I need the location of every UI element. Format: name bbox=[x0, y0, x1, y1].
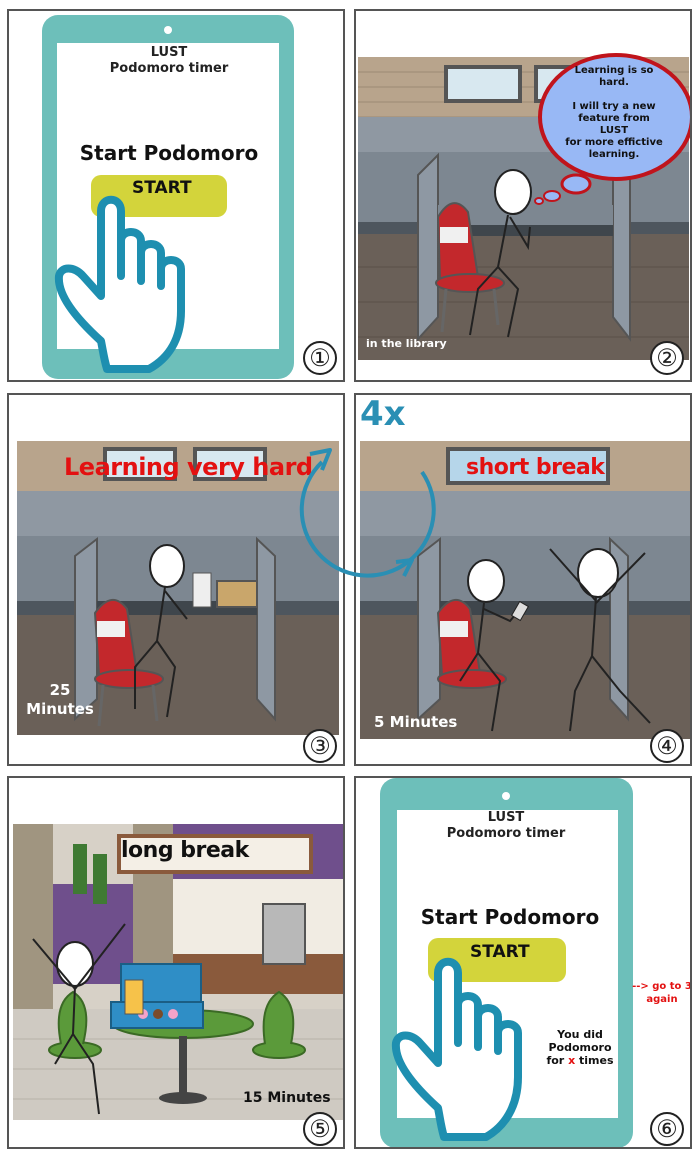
tablet-camera bbox=[502, 792, 510, 800]
panel-number: ⑥ bbox=[650, 1112, 684, 1146]
scene-caption: long break bbox=[121, 838, 249, 863]
panel-number: ① bbox=[303, 341, 337, 375]
duration-label: 15 Minutes bbox=[243, 1090, 331, 1106]
app-name: LUST bbox=[150, 45, 188, 60]
panel-number: ③ bbox=[303, 729, 337, 763]
panel-number: ④ bbox=[650, 729, 684, 763]
panel-number: ② bbox=[650, 341, 684, 375]
cycle-label: 4x bbox=[360, 394, 406, 434]
panel-number: ⑤ bbox=[303, 1112, 337, 1146]
goto-note: --> go to 3 again bbox=[632, 981, 692, 1005]
app-subtitle: Podomoro timer bbox=[109, 61, 229, 76]
duration-label: 25 Minutes bbox=[26, 681, 94, 718]
panel-2: Learning is so hard. I will try a new fe… bbox=[354, 9, 692, 382]
app-name: LUST bbox=[487, 810, 525, 825]
hand-pointer-icon bbox=[54, 195, 185, 373]
scene-caption: short break bbox=[466, 455, 605, 480]
panel-6: LUST Podomoro timer Start Podomoro START… bbox=[354, 776, 692, 1149]
hand-pointer-icon bbox=[391, 957, 522, 1141]
tablet-camera bbox=[164, 26, 172, 34]
thought-text: Learning is so hard. I will try a new fe… bbox=[565, 65, 663, 160]
result-text: You did Podomoro for x times bbox=[546, 1028, 614, 1067]
location-caption: in the library bbox=[366, 337, 447, 350]
panel-1: LUST Podomoro timer Start Podomoro START… bbox=[7, 9, 345, 382]
start-heading: Start Podomoro bbox=[420, 905, 600, 929]
panel-5: long break 15 Minutes ⑤ bbox=[7, 776, 345, 1149]
cycle-arrow-icon bbox=[299, 448, 436, 578]
scene-caption: Learning very hard bbox=[64, 453, 313, 481]
app-subtitle: Podomoro timer bbox=[446, 826, 566, 841]
start-heading: Start Podomoro bbox=[79, 141, 259, 165]
duration-label: 5 Minutes bbox=[374, 713, 458, 731]
